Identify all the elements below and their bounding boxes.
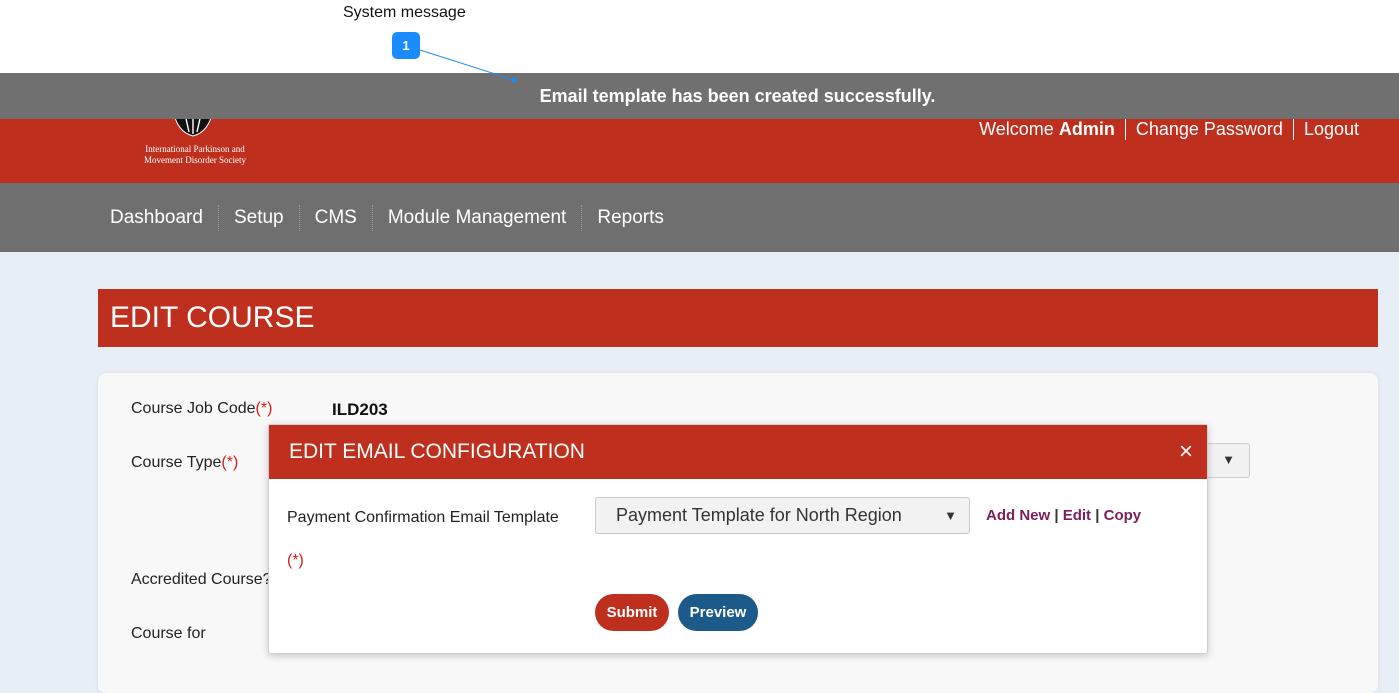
course-type-label: Course Type(*) bbox=[131, 454, 239, 471]
logout-link[interactable]: Logout bbox=[1304, 119, 1359, 140]
nav-item-cms[interactable]: CMS bbox=[315, 207, 357, 229]
nav-divider bbox=[581, 204, 583, 231]
site-logo[interactable]: International Parkinson and Movement Dis… bbox=[135, 110, 255, 170]
nav-item-module-management[interactable]: Module Management bbox=[388, 207, 567, 229]
edit-link[interactable]: Edit bbox=[1063, 507, 1091, 524]
nav-item-dashboard[interactable]: Dashboard bbox=[110, 207, 203, 229]
modal-header: EDIT EMAIL CONFIGURATION × bbox=[269, 425, 1207, 479]
main-nav: Dashboard Setup CMS Module Management Re… bbox=[0, 183, 1399, 252]
course-job-code-label: Course Job Code(*) bbox=[131, 400, 273, 417]
annotation-badge: 1 bbox=[392, 32, 420, 59]
nav-divider bbox=[371, 204, 373, 231]
edit-email-config-modal: EDIT EMAIL CONFIGURATION × Payment Confi… bbox=[268, 424, 1208, 654]
system-message-bar: Email template has been created successf… bbox=[0, 73, 1399, 119]
accredited-course-label: Accredited Course? bbox=[131, 571, 268, 588]
page-title: EDIT COURSE bbox=[98, 289, 1378, 347]
preview-button[interactable]: Preview bbox=[678, 594, 758, 631]
chevron-down-icon: ▼ bbox=[944, 508, 957, 523]
nav-item-setup[interactable]: Setup bbox=[234, 207, 284, 229]
selected-template-value: Payment Template for North Region bbox=[616, 505, 902, 525]
divider bbox=[1124, 118, 1126, 140]
user-links: Welcome Admin Change Password Logout bbox=[979, 118, 1359, 140]
course-for-label: Course for bbox=[131, 625, 206, 642]
change-password-link[interactable]: Change Password bbox=[1136, 119, 1283, 140]
modal-title: EDIT EMAIL CONFIGURATION bbox=[289, 440, 585, 463]
nav-divider bbox=[298, 204, 300, 231]
copy-link[interactable]: Copy bbox=[1104, 507, 1142, 524]
annotation-label: System message bbox=[343, 4, 466, 21]
welcome-text: Welcome Admin bbox=[979, 118, 1115, 139]
course-job-code-value: ILD203 bbox=[332, 400, 388, 419]
chevron-down-icon: ▼ bbox=[1222, 452, 1235, 467]
close-icon[interactable]: × bbox=[1179, 440, 1193, 464]
submit-button[interactable]: Submit bbox=[595, 594, 669, 631]
payment-email-template-label: Payment Confirmation Email Template bbox=[287, 509, 559, 526]
nav-item-reports[interactable]: Reports bbox=[597, 207, 664, 229]
nav-divider bbox=[217, 204, 219, 231]
add-new-link[interactable]: Add New bbox=[986, 507, 1050, 524]
annotation-area bbox=[0, 0, 1399, 73]
divider bbox=[1292, 118, 1294, 140]
required-mark: (*) bbox=[287, 552, 304, 569]
email-template-select[interactable]: Payment Template for North Region ▼ bbox=[595, 497, 970, 534]
template-actions: Add New | Edit | Copy bbox=[986, 507, 1142, 524]
system-message-text: Email template has been created successf… bbox=[539, 85, 936, 106]
logo-text: International Parkinson and Movement Dis… bbox=[144, 144, 246, 165]
